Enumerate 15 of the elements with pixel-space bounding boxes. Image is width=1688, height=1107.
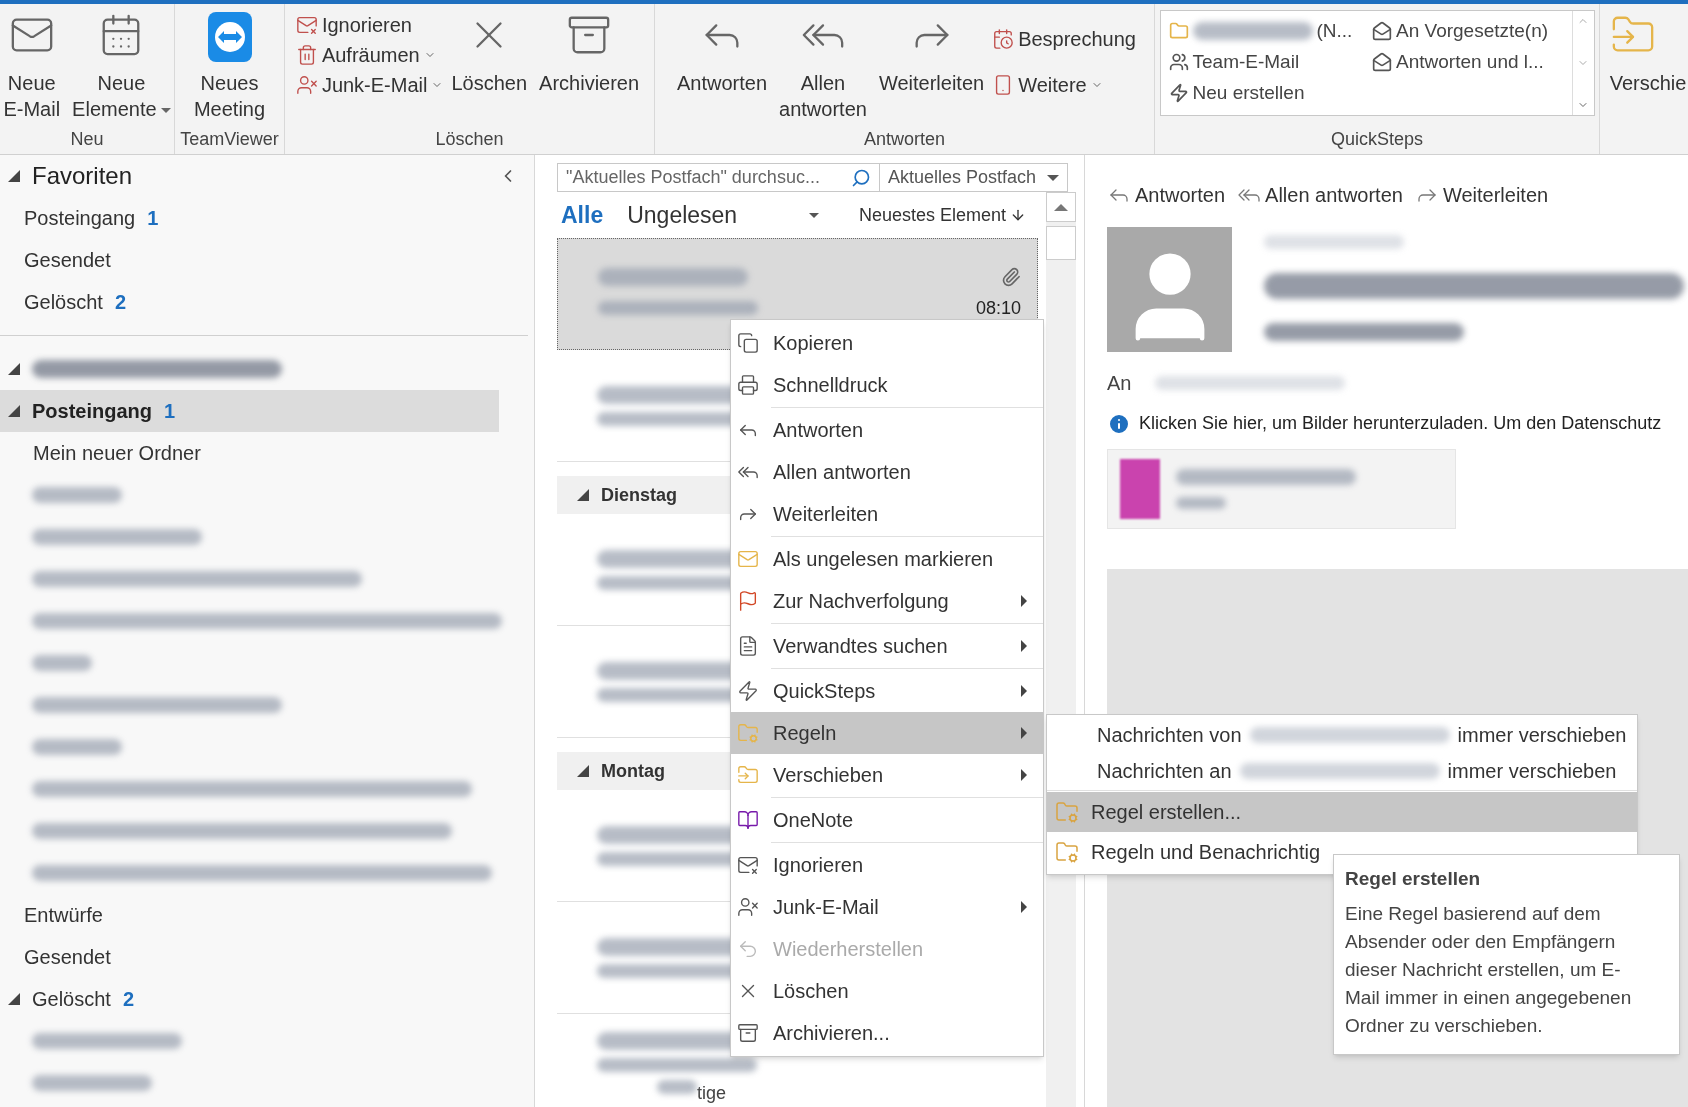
- unread-count: 2: [122, 987, 135, 1012]
- recipient-label: An: [1107, 371, 1132, 396]
- group-label: QuickSteps: [1329, 128, 1424, 151]
- unread-count: 1: [147, 206, 159, 231]
- group-label: TeamViewer: [179, 128, 280, 151]
- group-label: Löschen: [434, 128, 505, 151]
- section-title: Favoriten: [32, 161, 133, 191]
- group-label: Neu: [69, 128, 105, 151]
- unread-count: 2: [114, 290, 127, 315]
- message-time: 08:10: [975, 296, 1021, 320]
- tooltip-title: Regel erstellen: [1345, 867, 1482, 891]
- message-preview: tige: [697, 1082, 727, 1105]
- group-label: Antworten: [862, 128, 946, 151]
- tooltip-text: Eine Regel basierend auf dem Absender oder den Empfängern dieser Nachricht erstellen, um E-Mail immer in einen angegebenen Ordner zu verschieben.: [1345, 901, 1633, 1038]
- unread-count: 1: [164, 399, 176, 424]
